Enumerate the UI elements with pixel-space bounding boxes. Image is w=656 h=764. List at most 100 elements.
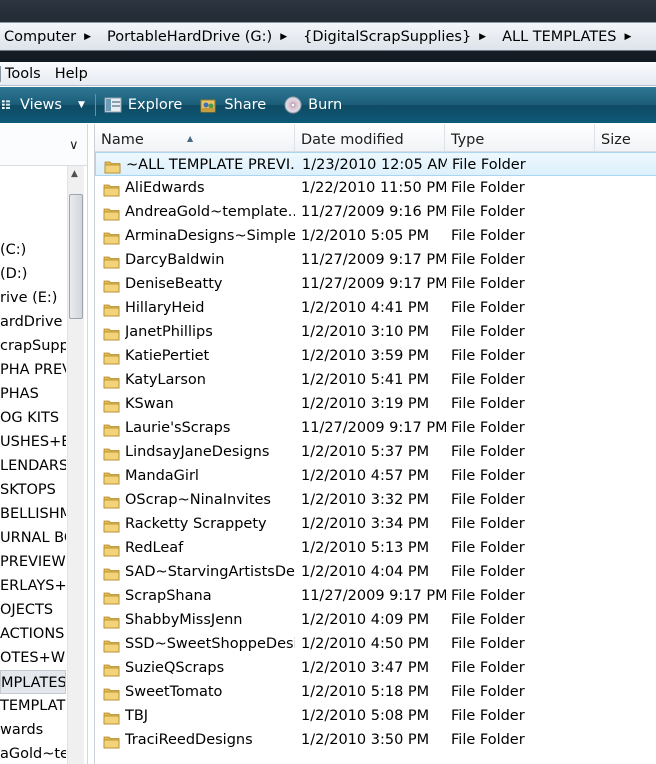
file-row[interactable]: AliEdwards 1/22/2010 11:50 PM File Folder (95, 176, 656, 200)
scrollbar-thumb[interactable] (69, 194, 83, 319)
file-row[interactable]: TraciReedDesigns 1/2/2010 3:50 PM File Fol… (95, 728, 656, 752)
menu-tools[interactable]: Tools (0, 65, 51, 82)
file-name[interactable]: SweetTomato (125, 680, 295, 704)
breadcrumb-arrow-icon[interactable]: ▶ (272, 32, 299, 42)
breadcrumb-arrow-icon[interactable]: ▶ (76, 32, 103, 42)
views-button[interactable]: Views ▼ (0, 87, 85, 123)
file-row[interactable]: ShabbyMissJenn 1/2/2010 4:09 PM File Folde… (95, 608, 656, 632)
file-row[interactable]: SweetTomato 1/2/2010 5:18 PM File Folder (95, 680, 656, 704)
nav-tree-item[interactable]: TEMPLATE (0, 694, 66, 718)
file-row[interactable]: KSwan 1/2/2010 3:19 PM File Folder (95, 392, 656, 416)
nav-tree-item[interactable]: OG KITS (0, 406, 66, 430)
file-name[interactable]: LindsayJaneDesigns (125, 440, 295, 464)
file-name[interactable]: MandaGirl (125, 464, 295, 488)
file-row[interactable]: OScrap~NinaInvites 1/2/2010 3:32 PM File F… (95, 488, 656, 512)
file-row[interactable]: MandaGirl 1/2/2010 4:57 PM File Folder (95, 464, 656, 488)
views-dropdown-icon[interactable]: ▼ (78, 100, 85, 110)
breadcrumb-arrow-icon[interactable]: ▶ (471, 32, 498, 42)
file-date-modified: 1/2/2010 5:41 PM (301, 372, 430, 388)
file-row[interactable]: Racketty Scrappety 1/2/2010 3:34 PM File F… (95, 512, 656, 536)
file-name[interactable]: TraciReedDesigns (125, 728, 295, 752)
file-name[interactable]: KatiePertiet (125, 344, 295, 368)
file-row[interactable]: ~ALL TEMPLATE PREVI... 1/23/2010 12:05 AM… (95, 152, 656, 176)
column-header-size[interactable]: Size (595, 124, 656, 152)
file-name[interactable]: RedLeaf (125, 536, 295, 560)
file-row[interactable]: HillaryHeid 1/2/2010 4:41 PM File Folder (95, 296, 656, 320)
nav-tree-item[interactable]: (D:) (0, 262, 66, 286)
file-name[interactable]: AliEdwards (125, 176, 295, 200)
file-date-modified: 11/27/2009 9:17 PM (301, 420, 446, 436)
file-row[interactable]: TBJ 1/2/2010 5:08 PM File Folder (95, 704, 656, 728)
file-name[interactable]: JanetPhillips (125, 320, 295, 344)
file-row[interactable]: RedLeaf 1/2/2010 5:13 PM File Folder (95, 536, 656, 560)
file-row[interactable]: SSD~SweetShoppeDesi... 1/2/2010 4:50 PM Fi… (95, 632, 656, 656)
share-button[interactable]: Share (200, 87, 266, 123)
nav-tree-item[interactable]: ERLAYS+FF (0, 574, 66, 598)
file-row[interactable]: SAD~StarvingArtistsDe... 1/2/2010 4:04 PM… (95, 560, 656, 584)
file-row[interactable]: ArminaDesigns~Simple... 1/2/2010 5:05 PM F… (95, 224, 656, 248)
nav-tree-item[interactable]: OTES+WO (0, 646, 66, 670)
file-name[interactable]: KatyLarson (125, 368, 295, 392)
nav-tree-item[interactable]: LENDARS (0, 454, 66, 478)
nav-tree-item[interactable]: PHAS (0, 382, 66, 406)
file-date-modified: 1/2/2010 5:37 PM (301, 444, 430, 460)
column-header-date[interactable]: Date modified (295, 124, 445, 152)
nav-scrollbar[interactable]: ▲ (67, 166, 84, 764)
column-header-name[interactable]: Name ▲ (95, 124, 295, 152)
breadcrumb-computer[interactable]: Computer (0, 29, 76, 45)
file-row[interactable]: ScrapShana 11/27/2009 9:17 PM File Folder (95, 584, 656, 608)
address-bar[interactable]: Computer ▶ PortableHardDrive (G:) ▶ {Dig… (0, 22, 656, 51)
file-name[interactable]: ~ALL TEMPLATE PREVI... (126, 153, 296, 177)
file-row[interactable]: AndreaGold~template... 11/27/2009 9:16 PM… (95, 200, 656, 224)
breadcrumb-templates[interactable]: ALL TEMPLATES (498, 29, 616, 45)
file-name[interactable]: KSwan (125, 392, 295, 416)
views-label: Views (20, 97, 62, 113)
nav-tree-item[interactable]: wards (0, 718, 66, 742)
nav-tree-item[interactable]: rive (E:) (0, 286, 66, 310)
scroll-up-arrow-icon[interactable]: ▲ (71, 169, 78, 179)
breadcrumb-supplies[interactable]: {DigitalScrapSupplies} (299, 29, 471, 45)
file-name[interactable]: ShabbyMissJenn (125, 608, 295, 632)
file-name[interactable]: Racketty Scrappety (125, 512, 295, 536)
file-name[interactable]: OScrap~NinaInvites (125, 488, 295, 512)
chevron-down-icon[interactable]: ∨ (69, 138, 79, 153)
file-name[interactable]: SSD~SweetShoppeDesi... (125, 632, 295, 656)
nav-tree-item[interactable]: SKTOPS (0, 478, 66, 502)
file-row[interactable]: SuzieQScraps 1/2/2010 3:47 PM File Folder (95, 656, 656, 680)
file-name[interactable]: Laurie'sScraps (125, 416, 295, 440)
file-name[interactable]: HillaryHeid (125, 296, 295, 320)
nav-tree-item[interactable]: BELLISHME (0, 502, 66, 526)
file-name[interactable]: AndreaGold~template... (125, 200, 295, 224)
nav-tree-item[interactable]: PREVIEWS (0, 550, 66, 574)
nav-tree-item[interactable]: PHA PREVI (0, 358, 66, 382)
nav-tree-item[interactable]: crapSuppli (0, 334, 66, 358)
nav-tree-item[interactable]: USHES+EFF (0, 430, 66, 454)
file-name[interactable]: ScrapShana (125, 584, 295, 608)
explore-button[interactable]: Explore (104, 87, 182, 123)
nav-tree-item[interactable]: ardDrive (G (0, 310, 66, 334)
file-name[interactable]: SAD~StarvingArtistsDe... (125, 560, 295, 584)
file-name[interactable]: DeniseBeatty (125, 272, 295, 296)
nav-tree-item[interactable]: MPLATES (0, 670, 66, 694)
file-name[interactable]: SuzieQScraps (125, 656, 295, 680)
file-name[interactable]: ArminaDesigns~Simple... (125, 224, 295, 248)
file-row[interactable]: DeniseBeatty 11/27/2009 9:17 PM File Folde… (95, 272, 656, 296)
breadcrumb-arrow-icon[interactable]: ▶ (616, 32, 643, 42)
nav-tree-item[interactable]: (C:) (0, 238, 66, 262)
nav-tree-item[interactable]: aGold~tem (0, 742, 66, 764)
file-row[interactable]: Laurie'sScraps 11/27/2009 9:17 PM File Fol… (95, 416, 656, 440)
file-row[interactable]: JanetPhillips 1/2/2010 3:10 PM File Folder (95, 320, 656, 344)
column-header-type[interactable]: Type (445, 124, 595, 152)
menu-help[interactable]: Help (51, 66, 98, 82)
nav-tree-item[interactable]: URNAL BOX (0, 526, 66, 550)
file-row[interactable]: DarcyBaldwin 11/27/2009 9:17 PM File Folde… (95, 248, 656, 272)
burn-button[interactable]: Burn (284, 87, 342, 123)
nav-tree-item[interactable]: OJECTS (0, 598, 66, 622)
nav-tree-item[interactable]: ACTIONS (0, 622, 66, 646)
file-row[interactable]: KatyLarson 1/2/2010 5:41 PM File Folder (95, 368, 656, 392)
file-name[interactable]: TBJ (125, 704, 295, 728)
file-name[interactable]: DarcyBaldwin (125, 248, 295, 272)
file-row[interactable]: KatiePertiet 1/2/2010 3:59 PM File Folder (95, 344, 656, 368)
breadcrumb-drive[interactable]: PortableHardDrive (G:) (103, 29, 272, 45)
file-row[interactable]: LindsayJaneDesigns 1/2/2010 5:37 PM File F… (95, 440, 656, 464)
